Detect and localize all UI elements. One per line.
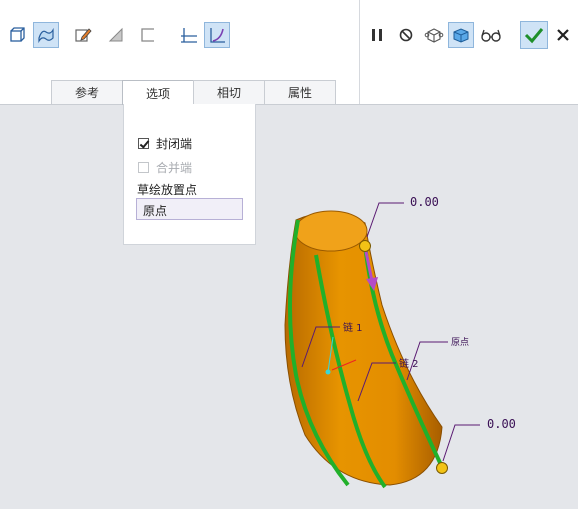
model-view: 0.00 0.00 链 1 链 2 原点 bbox=[284, 195, 516, 489]
tab-references[interactable]: 参考 bbox=[51, 80, 123, 104]
tab-tangency[interactable]: 相切 bbox=[193, 80, 265, 104]
variable-section-icon[interactable] bbox=[204, 22, 230, 48]
end-point-handle[interactable] bbox=[436, 462, 448, 474]
bottom-value-leader bbox=[442, 424, 480, 462]
verify-icon[interactable] bbox=[421, 22, 447, 48]
tab-properties[interactable]: 属性 bbox=[264, 80, 336, 104]
glasses-icon[interactable] bbox=[478, 22, 504, 48]
start-point-handle[interactable] bbox=[359, 240, 371, 252]
chain1-label: 链 1 bbox=[343, 321, 363, 334]
cancel-icon[interactable] bbox=[550, 22, 576, 48]
preview-icon[interactable] bbox=[448, 22, 474, 48]
graphics-viewport[interactable]: 0.00 0.00 链 1 链 2 原点 bbox=[0, 105, 578, 509]
constant-section-icon[interactable] bbox=[176, 22, 202, 48]
thicken-icon[interactable] bbox=[135, 22, 161, 48]
toolbar-separator bbox=[359, 0, 360, 104]
sketch-icon[interactable] bbox=[70, 22, 96, 48]
ok-icon[interactable] bbox=[520, 21, 548, 49]
solid-icon[interactable] bbox=[4, 22, 30, 48]
pause-icon[interactable] bbox=[364, 22, 390, 48]
bottom-value-label[interactable]: 0.00 bbox=[487, 417, 516, 431]
tab-options[interactable]: 选项 bbox=[122, 80, 194, 105]
ribbon-toolbar: 参考 选项 相切 属性 bbox=[0, 0, 578, 105]
no-preview-icon[interactable] bbox=[393, 22, 419, 48]
dashboard-tabs: 参考 选项 相切 属性 bbox=[51, 80, 336, 105]
surface-icon[interactable] bbox=[33, 22, 59, 48]
top-value-label[interactable]: 0.00 bbox=[410, 195, 439, 209]
remove-material-icon[interactable] bbox=[103, 22, 129, 48]
top-value-leader bbox=[366, 202, 404, 238]
origin-label: 原点 bbox=[451, 337, 469, 348]
chain2-label: 链 2 bbox=[399, 357, 419, 370]
top-cap[interactable] bbox=[294, 210, 368, 252]
